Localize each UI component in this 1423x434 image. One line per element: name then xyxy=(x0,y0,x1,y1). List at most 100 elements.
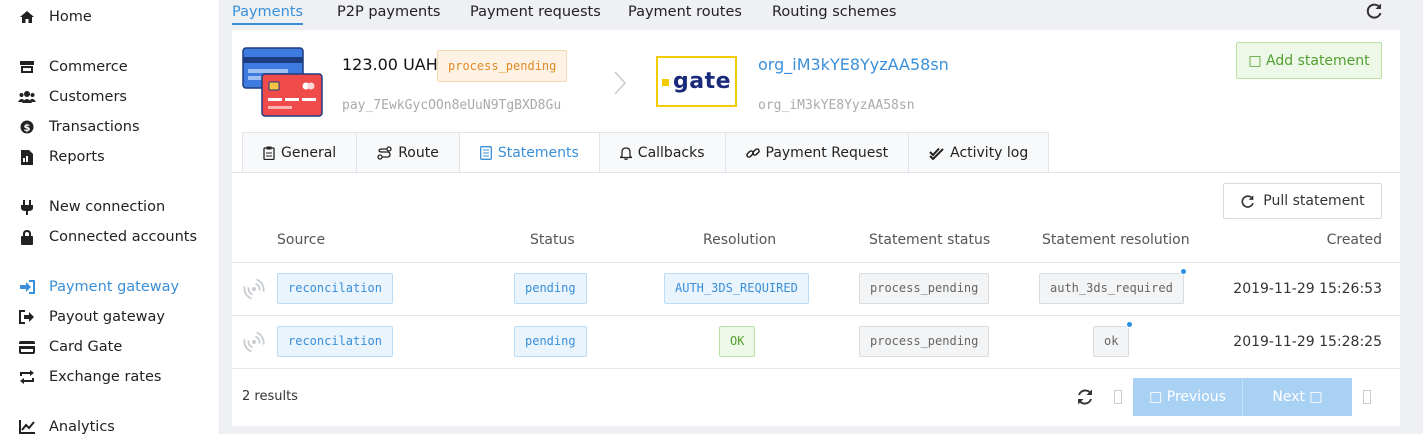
tab-activity-log[interactable]: Activity log xyxy=(908,132,1050,173)
users-icon xyxy=(18,89,36,105)
resolution-badge: OK xyxy=(719,326,756,357)
sidebar-item-label: Payment gateway xyxy=(49,279,180,295)
clipboard-icon xyxy=(263,146,275,160)
refresh-icon xyxy=(1240,194,1255,209)
statement-resolution-badge: auth_3ds_required xyxy=(1039,273,1184,304)
sidebar-item-transactions[interactable]: $ Transactions xyxy=(18,116,140,138)
check-double-icon xyxy=(929,147,944,160)
pagination: □ Previous Next □ xyxy=(1133,378,1352,416)
sidebar-item-connected-accounts[interactable]: Connected accounts xyxy=(18,226,197,248)
topnav-payments[interactable]: Payments xyxy=(232,4,304,25)
tab-label: Activity log xyxy=(950,145,1029,161)
table-row[interactable]: reconcilation pending OK process_pending… xyxy=(232,316,1400,368)
organization-id: org_iM3kYE8YyzAA58sn xyxy=(758,98,915,113)
dollar-icon: $ xyxy=(18,119,36,135)
results-count: 2 results xyxy=(242,389,298,404)
sidebar-item-analytics[interactable]: Analytics xyxy=(18,416,115,434)
tab-statements[interactable]: Statements xyxy=(458,132,599,173)
tab-label: Callbacks xyxy=(637,145,705,161)
sidebar-item-commerce[interactable]: Commerce xyxy=(18,56,128,78)
sidebar-item-label: New connection xyxy=(49,199,166,215)
sign-out-icon xyxy=(18,309,36,325)
previous-page-button[interactable]: □ Previous xyxy=(1133,378,1243,416)
sidebar-item-label: Payout gateway xyxy=(49,309,165,325)
source-badge: reconcilation xyxy=(277,273,393,304)
status-badge: pending xyxy=(514,326,587,357)
statement-resolution-badge: ok xyxy=(1093,326,1130,357)
gate-logo-text: gate xyxy=(672,69,732,94)
payment-detail-panel: 123.00 UAH process_pending pay_7EwkGycOO… xyxy=(232,30,1400,426)
sidebar-item-card-gate[interactable]: Card Gate xyxy=(18,336,122,358)
table-row[interactable]: reconcilation pending AUTH_3DS_REQUIRED … xyxy=(232,263,1400,315)
column-header-source: Source xyxy=(277,232,326,248)
page-first-icon[interactable] xyxy=(1114,390,1122,404)
sidebar-item-payout-gateway[interactable]: Payout gateway xyxy=(18,306,165,328)
column-header-statement-resolution: Statement resolution xyxy=(1042,232,1190,248)
resolution-badge: AUTH_3DS_REQUIRED xyxy=(664,273,809,304)
organization-link[interactable]: org_iM3kYE8YyzAA58sn xyxy=(758,55,949,74)
chart-icon xyxy=(18,419,36,434)
sidebar-item-label: Customers xyxy=(49,89,127,105)
gate-logo: gate xyxy=(656,56,737,107)
credit-card-icon xyxy=(18,339,36,355)
detail-tabs: General Route Statements Callbacks Payme… xyxy=(242,132,1050,173)
signal-icon xyxy=(242,330,266,358)
tab-label: Payment Request xyxy=(765,145,889,161)
next-page-button[interactable]: Next □ xyxy=(1243,378,1352,416)
payment-status-badge: process_pending xyxy=(437,50,568,82)
sidebar-item-new-connection[interactable]: New connection xyxy=(18,196,165,218)
topnav-payment-requests[interactable]: Payment requests xyxy=(470,4,601,20)
tab-payment-request[interactable]: Payment Request xyxy=(724,132,909,173)
source-badge: reconcilation xyxy=(277,326,393,357)
home-icon xyxy=(18,9,36,25)
bell-icon xyxy=(619,146,632,160)
status-badge: pending xyxy=(514,273,587,304)
tab-route[interactable]: Route xyxy=(356,132,459,173)
tab-divider xyxy=(232,172,1400,173)
sidebar-item-label: Connected accounts xyxy=(49,229,198,245)
exchange-icon xyxy=(18,369,36,385)
sidebar-item-home[interactable]: Home xyxy=(18,6,92,28)
sidebar-item-reports[interactable]: Reports xyxy=(18,146,105,168)
link-icon xyxy=(745,146,760,160)
topnav-payment-routes[interactable]: Payment routes xyxy=(628,4,742,20)
lock-icon xyxy=(18,229,36,245)
sidebar-item-label: Home xyxy=(49,9,92,25)
list-icon xyxy=(479,146,492,160)
topnav-p2p-payments[interactable]: P2P payments xyxy=(337,4,440,20)
statement-status-badge: process_pending xyxy=(859,326,990,357)
sidebar-item-customers[interactable]: Customers xyxy=(18,86,127,108)
pull-statement-button[interactable]: Pull statement xyxy=(1223,183,1382,219)
refresh-icon[interactable] xyxy=(1076,388,1094,410)
created-timestamp: 2019-11-29 15:28:25 xyxy=(1233,334,1382,350)
created-timestamp: 2019-11-29 15:26:53 xyxy=(1233,281,1382,297)
row-divider xyxy=(232,368,1400,369)
svg-text:$: $ xyxy=(24,123,31,134)
tab-label: General xyxy=(281,145,337,161)
tab-callbacks[interactable]: Callbacks xyxy=(598,132,725,173)
route-icon xyxy=(377,146,392,160)
sidebar-item-exchange-rates[interactable]: Exchange rates xyxy=(18,366,161,388)
sidebar-item-label: Reports xyxy=(49,149,105,165)
signal-icon xyxy=(242,277,266,305)
tab-label: Route xyxy=(398,145,439,161)
column-header-statement-status: Statement status xyxy=(869,232,991,248)
tab-general[interactable]: General xyxy=(242,132,357,173)
topnav-routing-schemes[interactable]: Routing schemes xyxy=(772,4,896,20)
page-last-icon[interactable] xyxy=(1363,390,1371,404)
statement-status-badge: process_pending xyxy=(859,273,990,304)
column-header-status: Status xyxy=(530,232,575,248)
sidebar-item-label: Analytics xyxy=(49,419,115,434)
cards-illustration-icon xyxy=(242,46,324,122)
add-statement-button[interactable]: □ Add statement xyxy=(1236,42,1382,79)
sidebar-item-payment-gateway[interactable]: Payment gateway xyxy=(18,276,179,298)
sidebar-item-label: Commerce xyxy=(49,59,128,75)
file-icon xyxy=(18,149,36,165)
chevron-right-icon xyxy=(613,70,627,100)
refresh-icon[interactable] xyxy=(1365,2,1383,24)
column-header-resolution: Resolution xyxy=(703,232,777,248)
tab-label: Statements xyxy=(497,145,579,161)
store-icon xyxy=(18,59,36,75)
sidebar-item-label: Exchange rates xyxy=(49,369,162,385)
sidebar-item-label: Card Gate xyxy=(49,339,123,355)
